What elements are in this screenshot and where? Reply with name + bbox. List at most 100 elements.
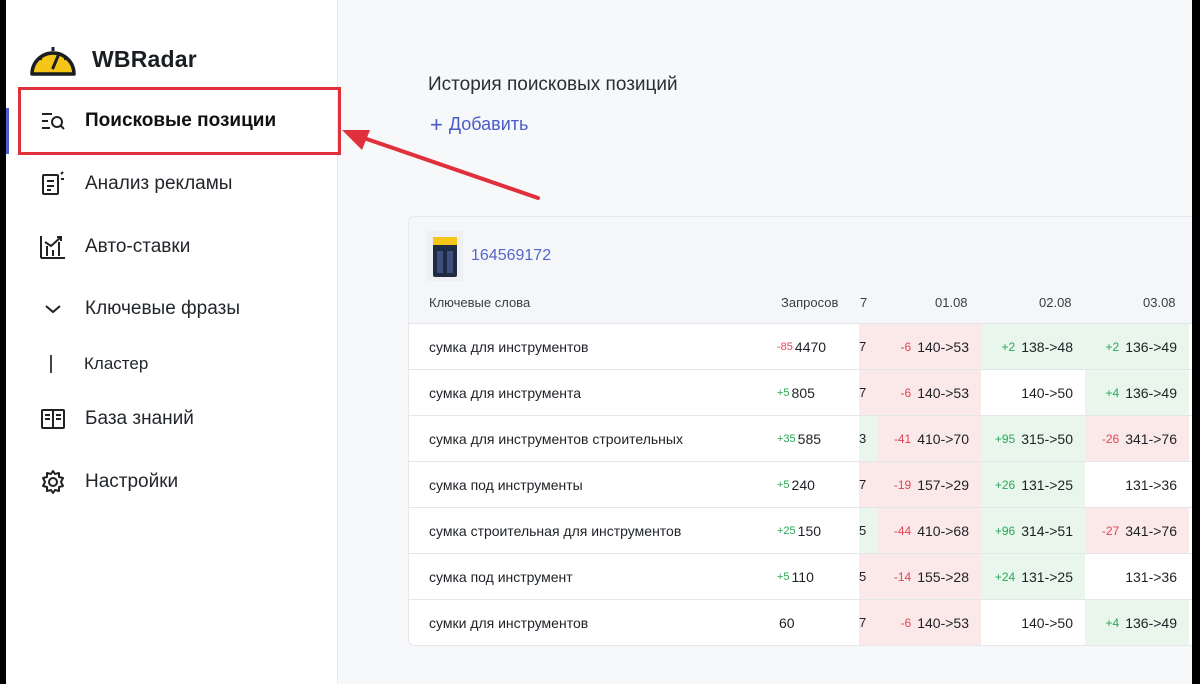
position-cell[interactable]: -6 140->53 [877, 600, 981, 645]
position-cell[interactable]: 131->36 [1085, 462, 1189, 507]
requests-cell: +35 585 [777, 416, 865, 461]
position-delta: +4 [1105, 385, 1120, 400]
position-cell[interactable]: +2 136->49 [1085, 324, 1189, 369]
position-delta: -6 [900, 615, 912, 630]
position-delta: -14 [893, 569, 912, 584]
position-cell[interactable]: -6 140->53 [877, 370, 981, 415]
position-cell[interactable]: -44 410->68 [877, 508, 981, 553]
keyword-cell: сумка строительная для инструментов [429, 522, 682, 539]
position-value: 341->76 [1125, 522, 1177, 539]
keyword-cell: сумка для инструментов строительных [429, 430, 683, 447]
requests-delta: +5 [777, 570, 790, 583]
position-cell[interactable]: +96 314->51 [981, 508, 1085, 553]
speedometer-logo-icon [30, 47, 76, 76]
position-cell[interactable]: -26 341->76 [1085, 416, 1189, 461]
requests-value: 585 [797, 430, 822, 447]
position-cell[interactable]: +4 136->49 [1085, 370, 1189, 415]
position-cell[interactable]: +4 136->49 [1085, 600, 1189, 645]
requests-value: 4470 [794, 338, 827, 355]
position-delta: -41 [893, 431, 912, 446]
position-value: 315->50 [1021, 430, 1073, 447]
active-indicator [6, 108, 9, 154]
position-cell[interactable]: +26 131->25 [981, 462, 1085, 507]
header-date[interactable]: 02.08 [1039, 295, 1072, 310]
cut-column-cell: 7 [859, 370, 877, 415]
position-value: 131->36 [1125, 476, 1177, 493]
position-cell[interactable]: 140->50 [981, 370, 1085, 415]
table-row[interactable]: сумка под инструменты +5 240 7 -19 157->29 +26… [409, 461, 1192, 507]
sidebar: WBRadar Поисковые позиции Анализ рекламы… [6, 0, 341, 684]
requests-value: 150 [797, 522, 822, 539]
table-row[interactable]: сумка для инструментов -85 4470 7 -6 140->53 +… [409, 323, 1192, 369]
position-value: 314->51 [1021, 522, 1073, 539]
table-row[interactable]: сумка строительная для инструментов +25 15… [409, 507, 1192, 553]
requests-value: 60 [779, 614, 795, 631]
tree-line [50, 355, 52, 373]
cut-column-cell: 3 [859, 416, 877, 461]
position-cell[interactable]: 140->50 [981, 600, 1085, 645]
position-value: 136->49 [1125, 614, 1177, 631]
position-cell[interactable]: +24 131->25 [981, 554, 1085, 599]
keyword-cell: сумки для инструментов [429, 614, 589, 631]
product-thumbnail[interactable] [427, 231, 463, 281]
position-cell[interactable]: +2 138->48 [981, 324, 1085, 369]
position-value: 131->25 [1021, 568, 1073, 585]
position-value: 341->76 [1125, 430, 1177, 447]
sidebar-item-settings[interactable]: Настройки [18, 458, 338, 506]
header-date[interactable]: 01.08 [935, 295, 968, 310]
highlight-annotation [18, 87, 341, 155]
position-cell[interactable]: -27 341->76 [1085, 508, 1189, 553]
position-delta: +4 [1105, 615, 1120, 630]
sidebar-item-label: База знаний [85, 408, 194, 429]
requests-cell: +25 150 [777, 508, 865, 553]
product-sku-link[interactable]: 164569172 [471, 247, 551, 265]
logo[interactable]: WBRadar [28, 38, 197, 80]
position-cell[interactable]: -41 410->70 [877, 416, 981, 461]
cut-column-cell: 5 [859, 508, 877, 553]
table-row[interactable]: сумки для инструментов 60 7 -6 140->53 140->5… [409, 599, 1192, 645]
requests-cell: +5 110 [777, 554, 865, 599]
sidebar-item-label: Настройки [85, 471, 179, 492]
card-header: 164569172 Ключевые слова Запросов 7 01.0… [409, 217, 1192, 323]
sidebar-item-label: Авто-ставки [85, 236, 191, 257]
position-value: 131->25 [1021, 476, 1073, 493]
position-value: 410->70 [917, 430, 969, 447]
position-cell[interactable]: -19 157->29 [877, 462, 981, 507]
cut-column-cell: 7 [859, 462, 877, 507]
sidebar-item-auto-bids[interactable]: Авто-ставки [18, 223, 338, 271]
sidebar-item-key-phrases[interactable]: Ключевые фразы [18, 285, 338, 333]
position-delta: +24 [994, 569, 1016, 584]
position-cell[interactable]: 131->36 [1085, 554, 1189, 599]
keyword-cell: сумка под инструмент [429, 568, 573, 585]
position-delta: -6 [900, 339, 912, 354]
header-date[interactable]: 03.08 [1143, 295, 1176, 310]
position-cell[interactable]: +95 315->50 [981, 416, 1085, 461]
table-row[interactable]: сумка для инструмента +5 805 7 -6 140->53 140-… [409, 369, 1192, 415]
requests-delta: +35 [777, 432, 796, 445]
sidebar-item-cluster[interactable]: Кластер [50, 354, 148, 374]
header-cut-date: 7 [860, 295, 868, 310]
position-value: 410->68 [917, 522, 969, 539]
position-value: 140->53 [917, 338, 969, 355]
sidebar-item-knowledge-base[interactable]: База знаний [18, 395, 338, 443]
position-delta: +2 [1001, 339, 1016, 354]
position-cell[interactable]: -6 140->53 [877, 324, 981, 369]
cut-column-cell: 7 [859, 600, 877, 645]
page-title: История поисковых позиций [428, 74, 678, 95]
header-keywords[interactable]: Ключевые слова [429, 295, 530, 310]
position-cell[interactable]: -14 155->28 [877, 554, 981, 599]
book-icon [38, 404, 68, 434]
table-row[interactable]: сумка для инструментов строительных +35 58… [409, 415, 1192, 461]
ad-report-icon [38, 169, 68, 199]
position-delta: -26 [1101, 431, 1120, 446]
position-delta: +26 [994, 477, 1016, 492]
sidebar-item-ad-analysis[interactable]: Анализ рекламы [18, 160, 338, 208]
annotation-arrow [342, 130, 540, 200]
position-value: 140->53 [917, 384, 969, 401]
table-row[interactable]: сумка под инструмент +5 110 5 -14 155->28 +24 1… [409, 553, 1192, 599]
requests-cell: -85 4470 [777, 324, 865, 369]
app-name: WBRadar [92, 45, 197, 72]
requests-delta: +5 [777, 386, 790, 399]
keyword-cell: сумка для инструментов [429, 338, 589, 355]
header-requests[interactable]: Запросов [781, 295, 838, 310]
